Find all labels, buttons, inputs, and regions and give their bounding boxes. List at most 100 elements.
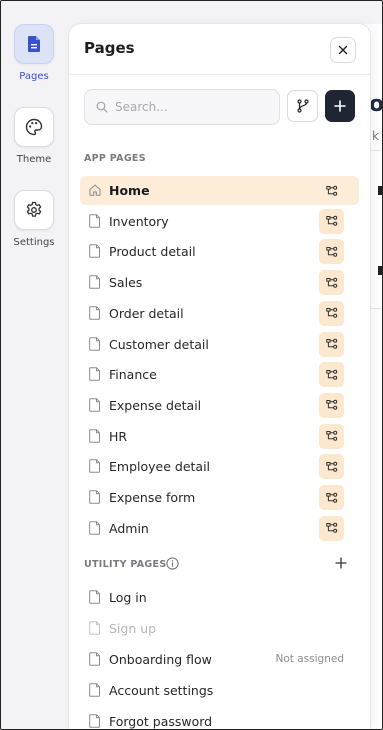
rail-item-pages[interactable]: Pages	[0, 24, 68, 82]
flow-icon	[325, 338, 337, 349]
page-icon	[89, 275, 100, 289]
flow-tag[interactable]	[319, 423, 344, 449]
utility-row-account-settings[interactable]: Account settings	[80, 676, 359, 705]
flow-icon	[325, 461, 337, 472]
utility-row-forgot-password[interactable]: Forgot password	[80, 707, 359, 730]
search-input[interactable]	[115, 100, 265, 114]
page-icon	[89, 213, 100, 228]
flow-tag[interactable]	[319, 392, 344, 418]
add-page-button[interactable]	[325, 90, 355, 122]
flow-icon	[325, 215, 337, 226]
page-icon	[89, 428, 100, 443]
utility-row-log-in[interactable]: Log in	[80, 583, 359, 612]
panel-divider	[69, 74, 370, 75]
page-label: Account settings	[109, 683, 214, 699]
canvas-text-fragment: k	[372, 129, 379, 143]
add-utility-page-button[interactable]	[333, 555, 349, 571]
page-label: HR	[109, 428, 128, 444]
flow-tag[interactable]	[319, 208, 344, 234]
page-icon	[89, 367, 100, 381]
canvas-mark	[378, 186, 383, 195]
page-label: Forgot password	[109, 714, 213, 730]
flow-icon	[325, 492, 337, 503]
page-label: Inventory	[109, 213, 169, 229]
flow-tag[interactable]	[319, 515, 344, 541]
canvas-mark	[378, 266, 383, 275]
left-rail: Pages Theme Settings	[0, 0, 68, 730]
utility-row-sign-up[interactable]: Sign up	[80, 614, 359, 643]
page-row-expense-form[interactable]: Expense form	[80, 483, 359, 512]
page-row-hr[interactable]: HR	[80, 422, 359, 451]
page-icon	[89, 398, 100, 412]
flow-tag[interactable]	[319, 485, 344, 510]
page-label: Log in	[109, 590, 147, 605]
page-row-product-detail[interactable]: Product detail	[80, 237, 359, 266]
page-label: Home	[109, 183, 150, 198]
page-label: Admin	[109, 520, 149, 536]
page-row-expense-detail[interactable]: Expense detail	[80, 391, 359, 420]
page-label: Finance	[109, 367, 157, 383]
page-icon	[89, 520, 100, 535]
page-row-customer-detail[interactable]: Customer detail	[80, 330, 359, 359]
flow-icon	[325, 246, 337, 257]
page-label: Product detail	[109, 244, 196, 260]
flow-icon	[325, 277, 337, 288]
page-label: Onboarding flow	[109, 652, 212, 668]
utility-pages-heading: UTILITY PAGES	[84, 559, 167, 570]
page-row-admin[interactable]: Admin	[80, 514, 359, 543]
panel-title: Pages	[84, 39, 135, 57]
page-row-finance[interactable]: Finance	[80, 360, 359, 389]
plus-icon	[335, 557, 347, 569]
page-icon	[89, 459, 100, 474]
info-icon[interactable]	[166, 557, 179, 570]
flow-tag[interactable]	[319, 300, 344, 326]
page-icon	[89, 590, 100, 604]
search-box[interactable]	[84, 89, 280, 125]
branch-icon	[296, 99, 309, 113]
page-row-sales[interactable]: Sales	[80, 268, 359, 297]
page-icon	[89, 490, 100, 504]
flow-icon	[325, 369, 337, 380]
page-row-employee-detail[interactable]: Employee detail	[80, 452, 359, 481]
rail-theme-button[interactable]	[14, 107, 54, 147]
page-label: Sales	[109, 275, 143, 291]
page-icon	[89, 714, 100, 729]
page-label: Expense form	[109, 490, 196, 505]
rail-item-theme[interactable]: Theme	[0, 107, 68, 165]
page-row-order-detail[interactable]: Order detail	[80, 299, 359, 328]
plus-icon	[334, 100, 346, 112]
flow-icon	[325, 430, 337, 441]
search-icon	[96, 101, 108, 113]
page-row-home[interactable]: Home	[80, 176, 359, 205]
flow-icon	[325, 185, 337, 196]
page-icon	[89, 305, 100, 320]
rail-theme-label: Theme	[16, 154, 52, 165]
home-icon	[89, 184, 101, 196]
flow-tag[interactable]	[319, 454, 344, 480]
close-button[interactable]	[330, 37, 356, 63]
page-icon	[89, 652, 100, 666]
flow-tag[interactable]	[319, 362, 344, 388]
page-icon	[89, 244, 100, 259]
rail-item-settings[interactable]: Settings	[0, 190, 68, 248]
flow-icon	[325, 522, 337, 533]
rail-pages-button[interactable]	[14, 24, 54, 64]
flow-tag[interactable]	[319, 178, 344, 203]
canvas-heading-fragment: o	[369, 92, 383, 117]
flow-tag[interactable]	[319, 270, 344, 296]
pages-panel: Pages APP PAGES Home Inventory Product det…	[69, 24, 370, 730]
palette-icon	[25, 118, 43, 136]
close-icon	[338, 45, 348, 55]
flow-tag[interactable]	[319, 331, 344, 357]
status-label: Not assigned	[275, 653, 344, 666]
flow-tag[interactable]	[319, 239, 344, 265]
page-label: Expense detail	[109, 397, 202, 413]
page-label: Customer detail	[109, 336, 209, 352]
rail-settings-button[interactable]	[14, 190, 54, 230]
page-icon	[89, 621, 100, 635]
utility-row-onboarding-flow[interactable]: Onboarding flow Not assigned	[80, 645, 359, 674]
page-row-inventory[interactable]: Inventory	[80, 207, 359, 236]
document-icon	[28, 36, 40, 52]
branch-button[interactable]	[287, 90, 318, 122]
gear-icon	[26, 201, 42, 217]
